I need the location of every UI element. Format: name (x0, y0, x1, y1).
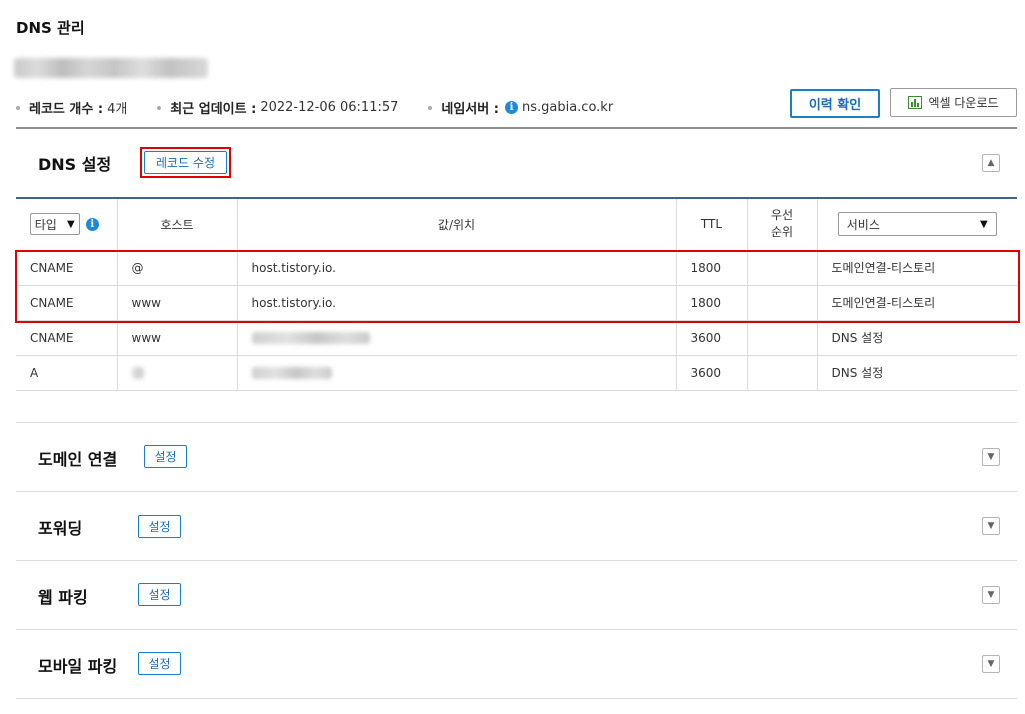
cell-priority (747, 355, 818, 391)
section-divider (16, 629, 1017, 630)
cell-type: CNAME (16, 320, 118, 356)
section-divider (16, 422, 1017, 423)
expand-icon[interactable]: ▼ (982, 448, 1000, 466)
web-parking-settings-button[interactable]: 설정 (138, 583, 181, 606)
cell-host (117, 355, 238, 391)
record-count-value: 4개 (107, 102, 128, 117)
blurred-value (251, 367, 332, 379)
highlight-tistory-rows (15, 250, 1020, 323)
expand-icon[interactable]: ▼ (982, 517, 1000, 535)
service-column-header: 서비스 ▼ (817, 199, 1017, 251)
nameserver-value: ns.gabia.co.kr (521, 100, 614, 115)
table-row: CNAME www 3600 DNS 설정 (16, 320, 1017, 356)
mobile-parking-settings-button[interactable]: 설정 (138, 652, 181, 675)
header-divider (16, 127, 1017, 129)
info-row: 레코드 개수 : 4개 최근 업데이트 : 2022-12-06 06:11:5… (16, 98, 643, 117)
bullet-icon (157, 105, 162, 110)
updated-label: 최근 업데이트 : (170, 102, 257, 117)
cell-ttl: 3600 (676, 320, 748, 356)
blurred-host (131, 367, 144, 379)
mobile-parking-title: 모바일 파킹 (38, 657, 118, 676)
value-column-header: 값/위치 (237, 199, 677, 251)
edit-records-button[interactable]: 레코드 수정 (144, 151, 227, 174)
cell-ttl: 3600 (676, 355, 748, 391)
nameserver-label: 네임서버 : (441, 102, 499, 117)
nameserver-info: 네임서버 : i ns.gabia.co.kr (428, 98, 613, 117)
table-row: A 3600 DNS 설정 (16, 355, 1017, 391)
collapse-icon[interactable]: ▲ (982, 154, 1000, 172)
web-parking-title: 웹 파킹 (38, 588, 88, 607)
service-filter-label: 서비스 (846, 217, 880, 232)
section-divider (16, 491, 1017, 492)
cell-type: A (16, 355, 118, 391)
excel-download-label: 엑셀 다운로드 (928, 96, 999, 110)
record-count-label: 레코드 개수 : (29, 102, 104, 117)
priority-column-header: 우선 순위 (747, 199, 818, 251)
priority-label-line1: 우선 (770, 208, 794, 223)
cell-priority (747, 320, 818, 356)
cell-value (237, 320, 677, 356)
excel-chart-icon (908, 96, 923, 109)
cell-service: DNS 설정 (817, 355, 1017, 391)
type-column-header: 타입 ▼ i (16, 199, 118, 251)
history-button[interactable]: 이력 확인 (790, 89, 880, 118)
section-divider (16, 560, 1017, 561)
updated-info: 최근 업데이트 : 2022-12-06 06:11:57 (157, 98, 398, 117)
dns-section-title: DNS 설정 (38, 155, 112, 174)
chevron-down-icon: ▼ (67, 218, 75, 230)
expand-icon[interactable]: ▼ (982, 586, 1000, 604)
bullet-icon (16, 105, 20, 110)
info-icon[interactable]: i (85, 217, 99, 231)
blurred-value (251, 332, 370, 344)
forwarding-title: 포워딩 (38, 519, 83, 538)
table-header-row: 타입 ▼ i 호스트 값/위치 TTL 우선 순위 서비스 ▼ (16, 199, 1017, 251)
cell-service: DNS 설정 (817, 320, 1017, 356)
cell-value (237, 355, 677, 391)
chevron-down-icon: ▼ (980, 218, 988, 230)
expand-icon[interactable]: ▼ (982, 655, 1000, 673)
domain-connect-title: 도메인 연결 (38, 450, 118, 469)
section-divider (16, 698, 1017, 699)
host-column-header: 호스트 (117, 199, 238, 251)
type-filter-select[interactable]: 타입 ▼ (29, 213, 80, 236)
excel-download-button[interactable]: 엑셀 다운로드 (890, 88, 1017, 117)
ttl-column-header: TTL (676, 199, 748, 251)
info-icon[interactable]: i (504, 101, 518, 114)
forwarding-settings-button[interactable]: 설정 (138, 515, 181, 538)
record-count-info: 레코드 개수 : 4개 (16, 98, 127, 117)
bullet-icon (428, 105, 433, 110)
domain-connect-settings-button[interactable]: 설정 (144, 445, 187, 468)
service-filter-select[interactable]: 서비스 ▼ (837, 212, 997, 237)
cell-host: www (117, 320, 238, 356)
priority-label-line2: 순위 (770, 225, 794, 240)
domain-name-blurred (14, 58, 208, 78)
page-title: DNS 관리 (16, 19, 85, 37)
type-filter-label: 타입 (34, 217, 57, 232)
updated-value: 2022-12-06 06:11:57 (260, 100, 399, 115)
